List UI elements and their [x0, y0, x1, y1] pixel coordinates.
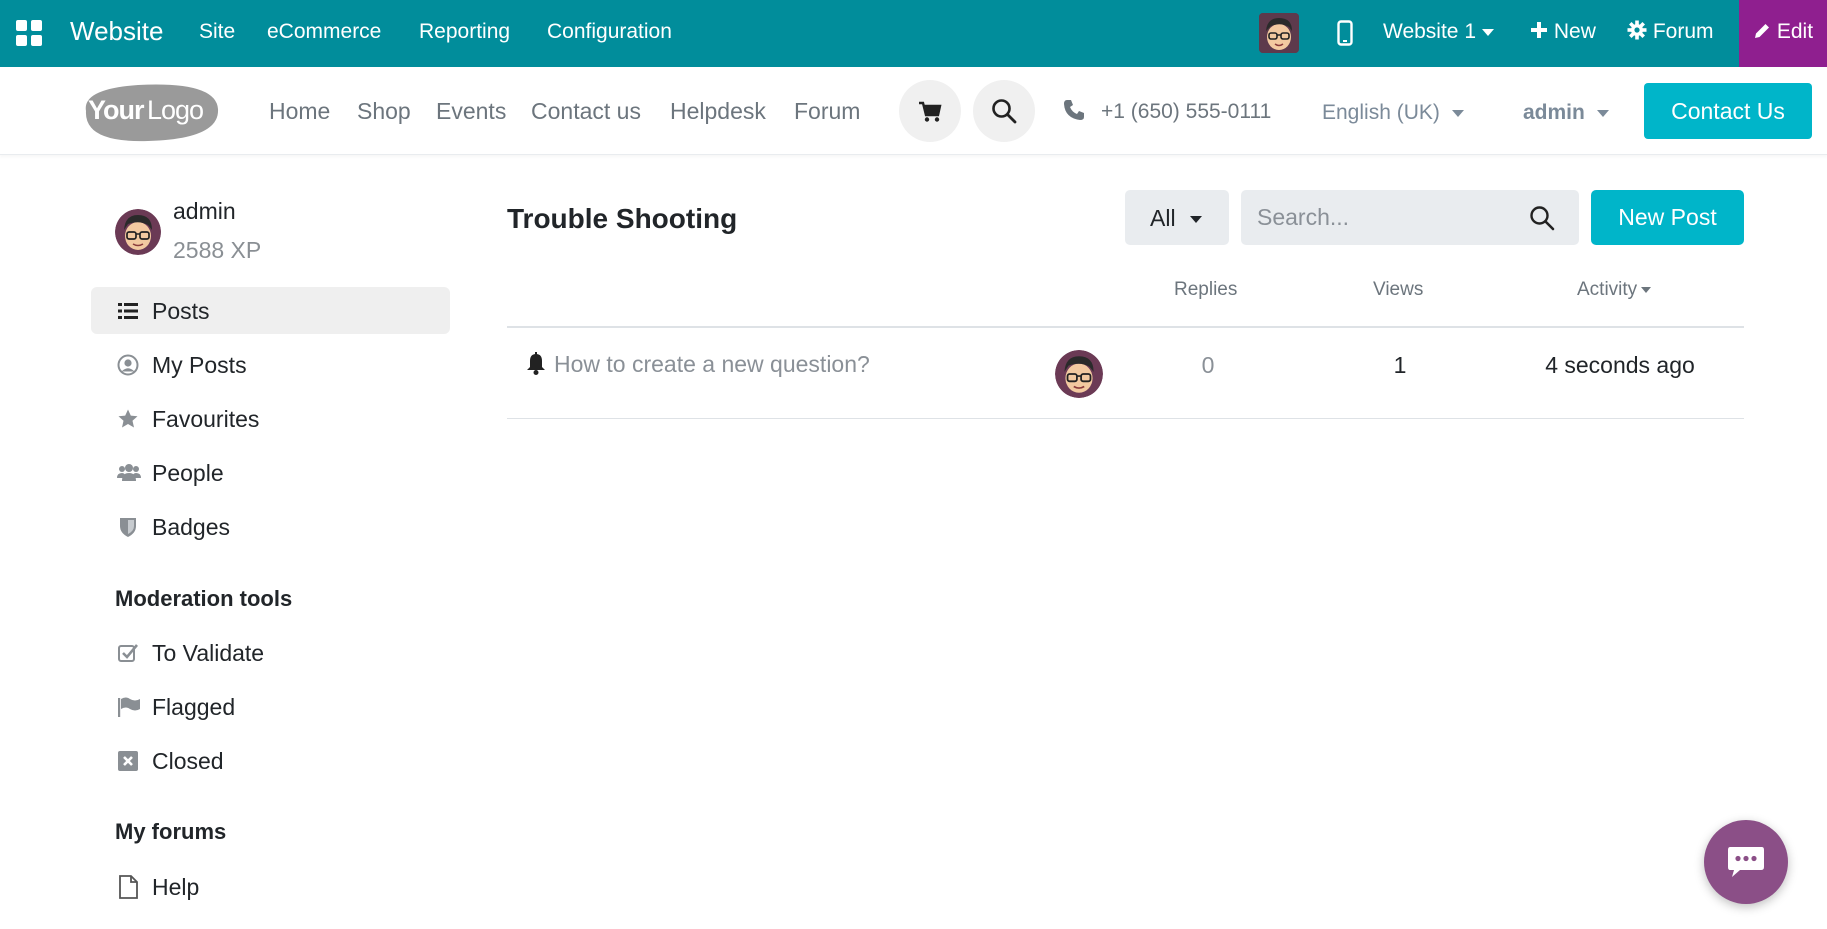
sidebar-item-favourites[interactable]: Favourites: [91, 395, 450, 442]
caret-down-icon: [1189, 216, 1202, 224]
nav-events[interactable]: Events: [436, 98, 506, 125]
bell-icon: [527, 352, 545, 375]
pencil-icon: [1755, 24, 1769, 38]
sidebar-item-label: My Posts: [152, 352, 247, 378]
sort-caret-icon: [1641, 286, 1652, 293]
contact-us-button[interactable]: Contact Us: [1644, 83, 1812, 139]
apps-menu-icon[interactable]: [16, 20, 42, 46]
user-circle-icon: [117, 354, 139, 376]
phone-icon: [1063, 99, 1085, 126]
forum-options-label: Forum: [1652, 20, 1714, 43]
cart-icon: [919, 101, 942, 122]
menu-configuration[interactable]: Configuration: [547, 20, 672, 44]
close-square-icon: [118, 751, 138, 771]
sidebar-item-label: Help: [152, 874, 200, 900]
website-selector-label: Website 1: [1383, 20, 1476, 43]
plus-icon: [1531, 22, 1547, 38]
nav-shop[interactable]: Shop: [357, 98, 411, 125]
user-menu-label: admin: [1523, 101, 1585, 124]
menu-ecommerce[interactable]: eCommerce: [267, 20, 381, 44]
edit-button[interactable]: Edit: [1739, 0, 1827, 67]
users-icon: [117, 464, 141, 481]
table-header-divider: [507, 326, 1744, 328]
column-header-replies: Replies: [1174, 279, 1238, 300]
nav-helpdesk[interactable]: Helpdesk: [670, 98, 766, 125]
forum-search: [1241, 190, 1579, 245]
language-label: English (UK): [1322, 101, 1440, 124]
column-header-activity[interactable]: Activity: [1577, 279, 1652, 301]
forum-options-button[interactable]: Forum: [1627, 20, 1714, 44]
flag-icon: [118, 697, 140, 717]
admin-navbar: Website Site eCommerce Reporting Configu…: [0, 0, 1827, 67]
caret-down-icon: [1451, 109, 1464, 117]
sidebar-item-people[interactable]: People: [91, 449, 450, 496]
sidebar-item-label: To Validate: [152, 640, 265, 666]
logo-text-bold: Your: [88, 95, 145, 125]
profile-xp: 2588 XP: [173, 237, 262, 263]
profile-name[interactable]: admin: [173, 198, 236, 225]
user-menu[interactable]: admin: [1523, 101, 1609, 125]
sidebar-item-help-forum[interactable]: Help: [91, 863, 450, 910]
post-title-link[interactable]: How to create a new question?: [554, 351, 870, 378]
filter-dropdown[interactable]: All: [1125, 190, 1229, 245]
page-title: Trouble Shooting: [507, 203, 738, 234]
sidebar-item-flagged[interactable]: Flagged: [91, 683, 450, 730]
sidebar-item-label: Closed: [152, 748, 224, 774]
gear-icon: [1627, 20, 1647, 40]
check-square-icon: [118, 644, 138, 662]
post-last-activity: 4 seconds ago: [1545, 352, 1695, 378]
star-icon: [118, 409, 138, 428]
file-icon: [119, 875, 138, 899]
post-author-avatar[interactable]: [1055, 350, 1103, 398]
shield-icon: [120, 518, 136, 537]
column-header-views: Views: [1373, 279, 1424, 300]
app-brand[interactable]: Website: [70, 16, 163, 47]
user-avatar[interactable]: [1259, 13, 1299, 53]
search-icon: [992, 99, 1017, 124]
filter-dropdown-label: All: [1150, 205, 1176, 231]
chat-icon: [1728, 847, 1764, 877]
sidebar-item-label: Favourites: [152, 406, 260, 432]
phone-number[interactable]: +1 (650) 555-0111: [1101, 100, 1271, 124]
livechat-button[interactable]: [1704, 820, 1788, 904]
moderation-tools-heading: Moderation tools: [115, 586, 293, 611]
sidebar-item-label: Badges: [152, 514, 231, 540]
nav-contact-us[interactable]: Contact us: [531, 98, 641, 125]
profile-avatar[interactable]: [115, 209, 161, 255]
website-header: Your Logo Home Shop Events Contact us He…: [0, 67, 1827, 155]
new-post-button[interactable]: New Post: [1591, 190, 1744, 245]
nav-home[interactable]: Home: [269, 98, 330, 125]
sidebar-item-label: People: [152, 460, 224, 486]
sidebar-item-to-validate[interactable]: To Validate: [91, 629, 450, 676]
sidebar-item-posts[interactable]: Posts: [91, 287, 450, 334]
post-replies-count: 0: [1201, 352, 1215, 378]
language-selector[interactable]: English (UK): [1322, 101, 1464, 125]
logo-text: Logo: [147, 95, 203, 125]
caret-down-icon: [1482, 28, 1494, 36]
my-forums-heading: My forums: [115, 819, 227, 844]
menu-reporting[interactable]: Reporting: [419, 20, 510, 44]
mobile-preview-icon[interactable]: [1337, 20, 1353, 51]
new-button[interactable]: New: [1530, 20, 1596, 44]
column-header-activity-label: Activity: [1577, 279, 1638, 300]
menu-site[interactable]: Site: [199, 20, 235, 44]
caret-down-icon: [1596, 109, 1609, 117]
sidebar-item-my-posts[interactable]: My Posts: [91, 341, 450, 388]
sidebar-item-badges[interactable]: Badges: [91, 503, 450, 550]
list-icon: [118, 303, 138, 319]
sidebar-item-label: Posts: [152, 298, 210, 324]
table-row-divider: [507, 418, 1744, 419]
post-views-count: 1: [1393, 352, 1407, 378]
website-selector[interactable]: Website 1: [1383, 20, 1494, 44]
sidebar-item-label: Flagged: [152, 694, 236, 720]
edit-button-label: Edit: [1776, 20, 1814, 43]
search-icon[interactable]: [1529, 205, 1555, 231]
sidebar-item-closed[interactable]: Closed: [91, 737, 450, 784]
company-logo[interactable]: Your Logo: [78, 81, 222, 143]
new-button-label: New: [1553, 20, 1596, 43]
cart-button[interactable]: [899, 80, 961, 142]
search-input[interactable]: [1257, 200, 1517, 235]
nav-forum[interactable]: Forum: [794, 98, 860, 125]
search-button[interactable]: [973, 80, 1035, 142]
